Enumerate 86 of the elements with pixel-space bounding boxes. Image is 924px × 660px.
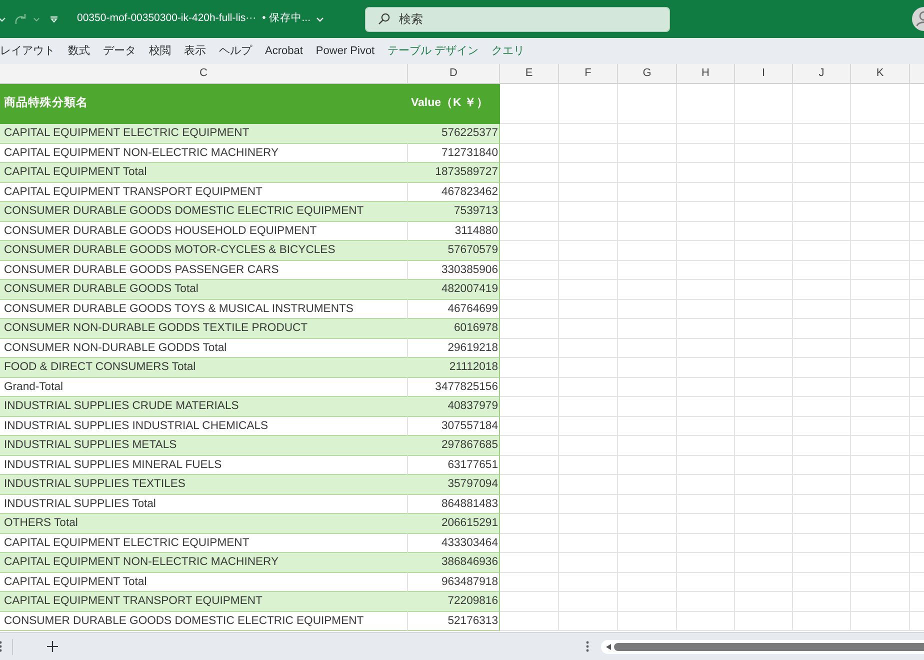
customize-caret-icon[interactable] xyxy=(50,16,58,22)
column-header[interactable]: G xyxy=(618,64,677,83)
column-header[interactable]: H xyxy=(677,64,735,83)
ribbon-tab[interactable]: ヘルプ xyxy=(219,42,252,60)
table-cell: CONSUMER DURABLE GOODS MOTOR-CYCLES & BICYCLES xyxy=(0,241,408,260)
table-cell: 6016978 xyxy=(408,319,500,338)
table-cell: 712731840 xyxy=(408,144,500,163)
column-header[interactable]: E xyxy=(500,64,559,83)
table-cell: 35797094 xyxy=(408,475,500,494)
table-cell: CAPITAL EQUIPMENT ELECTRIC EQUIPMENT xyxy=(0,534,408,553)
column-header[interactable]: C xyxy=(0,64,408,83)
table-cell: 21112018 xyxy=(408,358,500,378)
vertical-dots-icon[interactable] xyxy=(586,641,589,652)
search-field[interactable]: 検索 xyxy=(365,6,670,32)
ribbon-tab[interactable]: データ xyxy=(103,42,136,60)
ribbon-tab[interactable]: Acrobat xyxy=(265,42,303,60)
table-cell: CONSUMER DURABLE GOODS DOMESTIC ELECTRIC EQUIPMENT xyxy=(0,202,408,222)
add-sheet-button[interactable] xyxy=(45,640,59,654)
table-cell: INDUSTRIAL SUPPLIES TEXTILES xyxy=(0,475,408,494)
ribbon-tab[interactable]: クエリ xyxy=(492,42,525,60)
table-cell: 576225377 xyxy=(408,124,500,144)
table-header: 商品特殊分類名 xyxy=(0,84,408,124)
table-cell: 3477825156 xyxy=(408,378,500,397)
table-cell: CAPITAL EQUIPMENT ELECTRIC EQUIPMENT xyxy=(0,124,408,144)
table-cell: 963487918 xyxy=(408,572,500,592)
table-header: Value（K ￥） xyxy=(408,84,500,124)
table-cell: INDUSTRIAL SUPPLIES METALS xyxy=(0,436,408,456)
table-cell: 433303464 xyxy=(408,534,500,553)
table-cell: CAPITAL EQUIPMENT Total xyxy=(0,163,408,182)
ribbon-tab[interactable]: レイアウト xyxy=(0,42,55,60)
table-cell: CAPITAL EQUIPMENT TRANSPORT EQUIPMENT xyxy=(0,592,408,612)
scrollbar-thumb[interactable] xyxy=(614,642,924,650)
table-cell: 482007419 xyxy=(408,280,500,300)
table-cell: 57670579 xyxy=(408,241,500,260)
plus-icon xyxy=(46,641,58,652)
table-cell: 297867685 xyxy=(408,436,500,456)
table-cell: CONSUMER NON-DURABLE GODDS Total xyxy=(0,338,408,358)
ribbon-tab[interactable]: 数式 xyxy=(68,42,90,60)
table-cell: INDUSTRIAL SUPPLIES INDUSTRIAL CHEMICALS xyxy=(0,416,408,436)
table-cell: INDUSTRIAL SUPPLIES CRUDE MATERIALS xyxy=(0,397,408,416)
table-cell: CONSUMER DURABLE GOODS PASSENGER CARS xyxy=(0,260,408,280)
table-cell: INDUSTRIAL SUPPLIES Total xyxy=(0,494,408,514)
file-name[interactable]: 00350-mof-00350300-ik-420h-full-lis··· xyxy=(77,11,256,27)
column-header[interactable]: J xyxy=(793,64,851,83)
left-arrow-icon[interactable] xyxy=(606,644,611,650)
table-cell: 864881483 xyxy=(408,494,500,514)
ribbon-tab[interactable]: テーブル デザイン xyxy=(388,42,479,60)
caret-icon[interactable] xyxy=(33,16,40,22)
table-cell: Grand-Total xyxy=(0,378,408,397)
table-cell: CAPITAL EQUIPMENT NON-ELECTRIC MACHINERY xyxy=(0,553,408,572)
redo-icon[interactable] xyxy=(14,13,28,25)
table-cell: 3114880 xyxy=(408,222,500,241)
table-cell: 46764699 xyxy=(408,300,500,319)
table-cell: CAPITAL EQUIPMENT NON-ELECTRIC MACHINERY xyxy=(0,144,408,163)
ribbon-tab[interactable]: 校閲 xyxy=(149,42,171,60)
table-cell: 29619218 xyxy=(408,338,500,358)
table-cell: CONSUMER DURABLE GOODS Total xyxy=(0,280,408,300)
table-cell: 72209816 xyxy=(408,592,500,612)
table-cell: 52176313 xyxy=(408,612,500,631)
column-header[interactable]: I xyxy=(735,64,793,83)
table-cell: CONSUMER DURABLE GOODS HOUSEHOLD EQUIPMENT xyxy=(0,222,408,241)
table-cell: FOOD & DIRECT CONSUMERS Total xyxy=(0,358,408,378)
table-cell: CONSUMER DURABLE GOODS TOYS & MUSICAL INSTRUMENTS xyxy=(0,300,408,319)
table-cell: CONSUMER DURABLE GOODS DOMESTIC ELECTRIC EQUIPMENT xyxy=(0,612,408,631)
ribbon-tab[interactable]: Power Pivot xyxy=(316,42,375,60)
table-cell: CONSUMER NON-DURABLE GODDS TEXTILE PRODUCT xyxy=(0,319,408,338)
table-cell: 206615291 xyxy=(408,514,500,534)
table-cell: 7539713 xyxy=(408,202,500,222)
table-cell: 307557184 xyxy=(408,416,500,436)
table-cell: 467823462 xyxy=(408,182,500,202)
column-header[interactable]: K xyxy=(851,64,910,83)
horizontal-scrollbar[interactable] xyxy=(601,640,924,654)
table-cell: 63177651 xyxy=(408,456,500,475)
table-cell: 386846936 xyxy=(408,553,500,572)
table-cell: 40837979 xyxy=(408,397,500,416)
table-cell: CAPITAL EQUIPMENT Total xyxy=(0,572,408,592)
table-cell: OTHERS Total xyxy=(0,514,408,534)
column-header[interactable]: F xyxy=(559,64,618,83)
table-cell: 330385906 xyxy=(408,260,500,280)
column-header[interactable]: D xyxy=(408,64,500,83)
save-status[interactable]: • 保存中... xyxy=(262,11,311,27)
ribbon-tab[interactable]: 表示 xyxy=(184,42,206,60)
table-cell: INDUSTRIAL SUPPLIES MINERAL FUELS xyxy=(0,456,408,475)
table-cell: CAPITAL EQUIPMENT TRANSPORT EQUIPMENT xyxy=(0,182,408,202)
search-icon xyxy=(378,13,390,25)
table-cell: 1873589727 xyxy=(408,163,500,182)
